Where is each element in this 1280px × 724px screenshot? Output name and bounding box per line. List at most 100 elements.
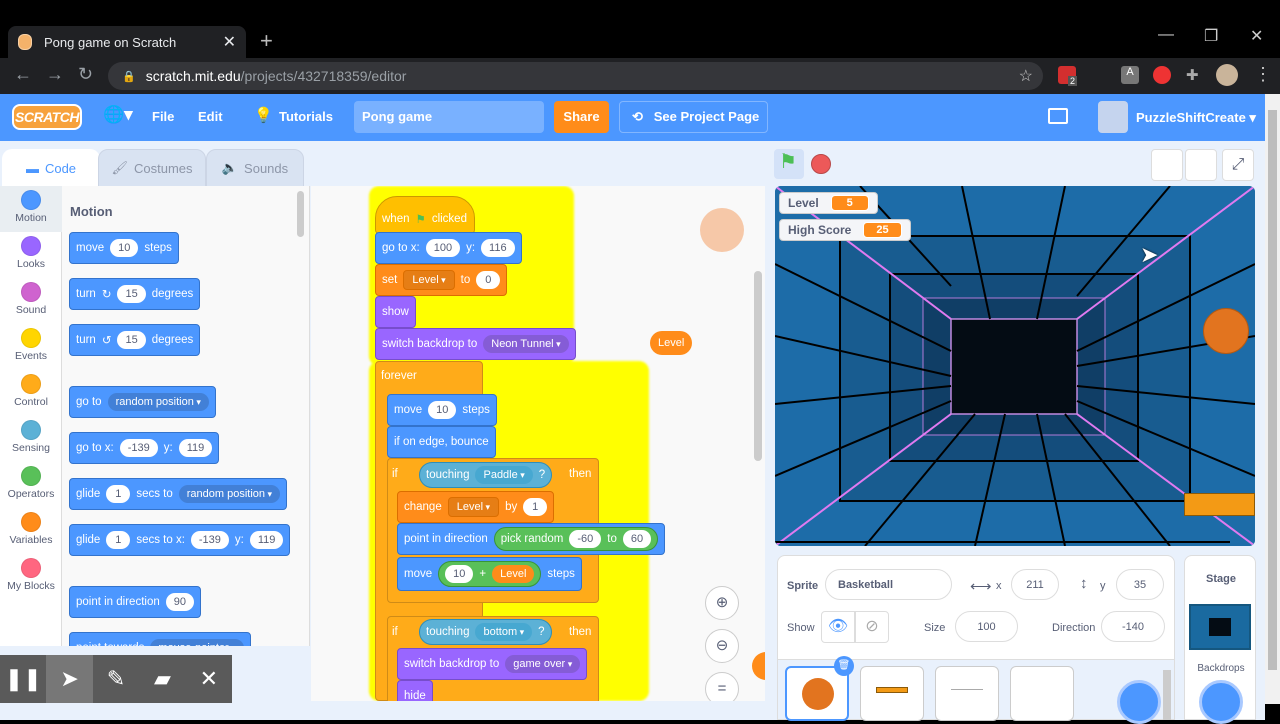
add-operator[interactable]: 10 + Level	[438, 561, 542, 587]
edit-menu[interactable]: Edit	[198, 109, 223, 124]
block-dropdown[interactable]: random position	[107, 393, 209, 411]
switch-backdrop-block[interactable]: switch backdrop to Neon Tunnel	[375, 328, 576, 360]
username-menu[interactable]: PuzzleShiftCreate ▾	[1136, 110, 1256, 126]
block-dropdown[interactable]: random position	[178, 485, 281, 503]
close-toolbar-icon[interactable]: ✕	[186, 655, 232, 703]
block-input[interactable]: 1	[523, 498, 548, 516]
block-input[interactable]: 1	[106, 531, 131, 549]
category-variables[interactable]: Variables	[0, 508, 62, 554]
language-globe-icon[interactable]: 🌐▾	[103, 105, 133, 125]
block-dropdown[interactable]: bottom	[475, 623, 533, 641]
palette-point-towards-block[interactable]: point towards mouse-pointer	[69, 632, 251, 646]
puzzle-extensions-icon[interactable]: ✚	[1186, 66, 1204, 84]
sprite-thumb-empty[interactable]	[1010, 666, 1074, 721]
project-title-input[interactable]: Pong game	[354, 101, 544, 133]
goto-xy-block[interactable]: go to x: 100 y: 116	[375, 232, 522, 264]
category-events[interactable]: Events	[0, 324, 62, 370]
touching-bottom-condition[interactable]: touching bottom ?	[419, 619, 552, 645]
stop-button[interactable]	[811, 154, 831, 174]
block-dropdown[interactable]: Level	[403, 270, 455, 290]
palette-point-direction-block[interactable]: point in direction 90	[69, 586, 201, 618]
move-expression-block[interactable]: move 10 + Level steps	[397, 557, 582, 591]
stage-selector[interactable]: Stage Backdrops	[1184, 555, 1256, 724]
hide-block[interactable]: hide	[397, 680, 433, 701]
tab-costumes[interactable]: 🖌 Costumes	[98, 149, 206, 187]
basketball-sprite[interactable]	[1203, 308, 1249, 354]
extension-button-partial[interactable]	[752, 652, 765, 680]
translate-extension-icon[interactable]: A	[1121, 66, 1139, 84]
palette-goto-block[interactable]: go to random position	[69, 386, 216, 418]
my-stuff-folder-icon[interactable]	[1048, 108, 1068, 124]
window-close-icon[interactable]: ✕	[1250, 26, 1263, 46]
block-input[interactable]: 100	[425, 239, 461, 257]
url-input[interactable]: 🔒 scratch.mit.edu /projects/432718359/ed…	[108, 62, 1043, 90]
add-backdrop-button[interactable]	[1199, 680, 1243, 724]
zoom-in-icon[interactable]: ⊕	[705, 586, 739, 620]
move-steps-block[interactable]: move 10 steps	[387, 394, 497, 426]
reload-icon[interactable]: ↻	[78, 64, 93, 85]
show-visible-eye-icon[interactable]: 👁	[821, 611, 855, 643]
sprite-thumb-bottom[interactable]	[935, 666, 999, 721]
script-area[interactable]: when ⚑ clicked go to x: 100 y: 116 set L…	[311, 186, 765, 701]
block-input[interactable]: -139	[190, 531, 229, 549]
block-input[interactable]: 10	[428, 401, 457, 419]
tab-code[interactable]: ▬ Code	[2, 149, 100, 187]
category-sensing[interactable]: Sensing	[0, 416, 62, 462]
block-dropdown[interactable]: Level	[447, 497, 500, 517]
minimize-icon[interactable]: —	[1158, 26, 1174, 44]
category-my-blocks[interactable]: My Blocks	[0, 554, 62, 600]
menu-kebab-icon[interactable]: ⋮	[1254, 64, 1272, 85]
hide-eye-slash-icon[interactable]: ⊘	[855, 611, 889, 643]
block-input[interactable]: 116	[481, 239, 515, 257]
browser-tab[interactable]: Pong game on Scratch ✕	[8, 26, 246, 58]
share-button[interactable]: Share	[554, 101, 609, 133]
screen-record-extension-icon[interactable]	[1153, 66, 1171, 84]
user-avatar[interactable]	[1098, 101, 1128, 133]
green-flag-button[interactable]: ⚑	[774, 149, 804, 179]
small-stage-icon[interactable]	[1151, 149, 1183, 181]
pause-icon[interactable]: ❚❚	[0, 655, 46, 703]
eraser-icon[interactable]: ▰	[139, 655, 185, 703]
zoom-out-icon[interactable]: ⊖	[705, 629, 739, 663]
block-dropdown[interactable]: game over	[505, 655, 581, 673]
stage-canvas[interactable]: Level 5 High Score 25 ➤	[775, 186, 1255, 546]
block-dropdown[interactable]: mouse-pointer	[150, 639, 244, 646]
set-variable-block[interactable]: set Level to 0	[375, 264, 508, 296]
block-input[interactable]: 0	[476, 271, 501, 289]
block-input[interactable]: 15	[117, 331, 146, 349]
level-monitor[interactable]: Level 5	[779, 192, 878, 214]
palette-glide-xy-block[interactable]: glide 1 secs to x: -139 y: 119	[69, 524, 291, 556]
point-direction-block[interactable]: point in direction pick random -60 to 60	[397, 523, 666, 555]
page-scrollbar[interactable]	[1265, 94, 1280, 704]
sprite-list-scrollbar[interactable]	[1163, 670, 1171, 720]
size-input[interactable]: 100	[955, 611, 1018, 642]
block-dropdown[interactable]: Paddle	[475, 466, 533, 484]
block-input[interactable]: -60	[569, 530, 602, 548]
x-input[interactable]: 211	[1011, 569, 1059, 600]
tutorials-menu[interactable]: Tutorials	[279, 109, 333, 124]
y-input[interactable]: 35	[1116, 569, 1164, 600]
block-input[interactable]: 60	[622, 530, 652, 548]
direction-input[interactable]: -140	[1101, 611, 1165, 642]
sprite-thumb-paddle[interactable]	[860, 666, 924, 721]
scratch-logo[interactable]: SCRATCH	[12, 104, 82, 130]
close-tab-icon[interactable]: ✕	[223, 32, 236, 52]
when-flag-clicked-block[interactable]: when ⚑ clicked	[375, 196, 475, 234]
palette-move-block[interactable]: move 10 steps	[69, 232, 179, 264]
switch-backdrop-gameover-block[interactable]: switch backdrop to game over	[397, 648, 588, 680]
script-area-scrollbar[interactable]	[754, 271, 762, 461]
pick-random-reporter[interactable]: pick random -60 to 60	[493, 527, 659, 551]
delete-sprite-icon[interactable]: 🗑	[834, 656, 854, 676]
palette-scrollbar[interactable]	[297, 191, 304, 237]
touching-paddle-condition[interactable]: touching Paddle ?	[419, 462, 553, 488]
bookmark-star-icon[interactable]: ☆	[1019, 66, 1033, 86]
zoom-reset-icon[interactable]: =	[705, 672, 739, 701]
paddle-sprite[interactable]	[1184, 493, 1255, 516]
block-input[interactable]: 1	[106, 485, 131, 503]
high-score-monitor[interactable]: High Score 25	[779, 219, 911, 241]
category-looks[interactable]: Looks	[0, 232, 62, 278]
forward-icon[interactable]: →	[46, 64, 64, 85]
palette-glide-to-block[interactable]: glide 1 secs to random position	[69, 478, 288, 510]
show-block[interactable]: show	[375, 296, 416, 328]
block-input[interactable]: 15	[117, 285, 146, 303]
